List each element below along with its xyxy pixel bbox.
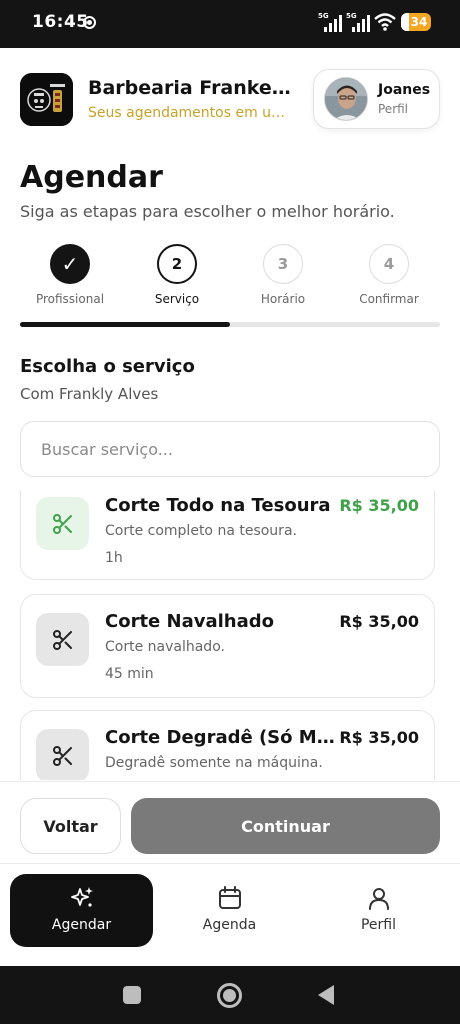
shop-name: Barbearia Frankenst... <box>88 77 298 99</box>
user-avatar-photo-icon <box>325 78 367 120</box>
step-service[interactable]: 2 Serviço <box>132 244 222 306</box>
step-label: Confirmar <box>359 292 419 306</box>
service-description: Degradê somente na máquina. <box>105 755 323 771</box>
signal-icon: 5G <box>318 12 344 32</box>
nav-item-schedule[interactable]: Agendar <box>10 874 153 947</box>
check-icon: ✓ <box>50 244 90 284</box>
service-title: Corte Todo na Tesoura <box>105 495 331 516</box>
search-input[interactable] <box>20 421 440 477</box>
service-description: Corte navalhado. <box>105 639 225 655</box>
service-title: Corte Degradê (Só Máquina) <box>105 727 340 748</box>
step-number: 4 <box>369 244 409 284</box>
scissors-icon <box>36 497 89 550</box>
home-icon[interactable] <box>217 983 242 1008</box>
nav-label: Agendar <box>51 917 112 933</box>
profile-subtitle: Perfil <box>378 102 409 116</box>
profile-button[interactable]: Joanes Perfil <box>313 69 440 129</box>
battery-level: 34 <box>410 15 428 29</box>
step-label: Horário <box>260 292 306 306</box>
step-number: 2 <box>157 244 197 284</box>
service-price: R$ 35,00 <box>339 728 419 747</box>
back-icon[interactable] <box>318 985 334 1005</box>
service-price: R$ 35,00 <box>339 496 419 515</box>
nav-item-profile[interactable]: Perfil <box>307 874 450 947</box>
step-number: 3 <box>263 244 303 284</box>
step-confirm[interactable]: 4 Confirmar <box>344 244 434 306</box>
system-nav-bar <box>0 966 460 1024</box>
nav-item-agenda[interactable]: Agenda <box>158 874 301 947</box>
recents-icon[interactable] <box>123 986 141 1004</box>
service-duration: 45 min <box>105 666 154 682</box>
progress-fill <box>20 322 230 327</box>
service-card-3[interactable]: Corte Degradê (Só Máquina) Degradê somen… <box>20 710 435 780</box>
service-title: Corte Navalhado <box>105 611 275 632</box>
status-time: 16:45 <box>32 12 89 32</box>
section-title: Escolha o serviço <box>20 356 195 377</box>
service-duration: 1h <box>105 550 123 566</box>
scissors-icon <box>36 613 89 666</box>
action-bar: Voltar Continuar <box>0 781 460 863</box>
progress-bar <box>20 322 440 327</box>
avatar <box>324 77 368 121</box>
continue-button[interactable]: Continuar <box>131 798 440 854</box>
step-time[interactable]: 3 Horário <box>238 244 328 306</box>
page-title: Agendar <box>20 160 163 195</box>
step-label: Serviço <box>154 292 200 306</box>
service-price: R$ 35,00 <box>339 612 419 631</box>
nav-label: Perfil <box>360 917 397 933</box>
scissors-icon <box>36 729 89 780</box>
shop-logo <box>20 73 73 126</box>
user-icon <box>368 888 389 910</box>
notification-icon <box>83 16 96 29</box>
step-professional[interactable]: ✓ Profissional <box>25 244 115 306</box>
service-description: Corte completo na tesoura. <box>105 523 297 539</box>
battery-icon: 34 <box>401 13 431 31</box>
section-subtitle: Com Frankly Alves <box>20 385 159 403</box>
bottom-nav: Agendar Agenda Perfil <box>0 863 460 966</box>
wifi-icon <box>374 13 396 31</box>
service-card-1[interactable]: Corte Todo na Tesoura Corte completo na … <box>20 490 435 580</box>
status-bar: 16:45 5G 5G 34 <box>0 0 460 48</box>
sparkle-icon <box>70 887 93 907</box>
profile-name: Joanes <box>378 82 431 98</box>
signal-icon-2: 5G <box>346 12 372 32</box>
barbershop-logo-icon <box>20 73 73 126</box>
back-button[interactable]: Voltar <box>20 798 121 854</box>
service-list[interactable]: Corte Todo na Tesoura Corte completo na … <box>0 490 460 780</box>
page-subtitle: Siga as etapas para escolher o melhor ho… <box>20 202 395 221</box>
service-card-2[interactable]: Corte Navalhado Corte navalhado. 45 min … <box>20 594 435 698</box>
calendar-icon <box>218 886 241 909</box>
nav-label: Agenda <box>202 917 257 933</box>
shop-subtitle: Seus agendamentos em um s... <box>88 105 298 121</box>
step-label: Profissional <box>35 292 105 306</box>
